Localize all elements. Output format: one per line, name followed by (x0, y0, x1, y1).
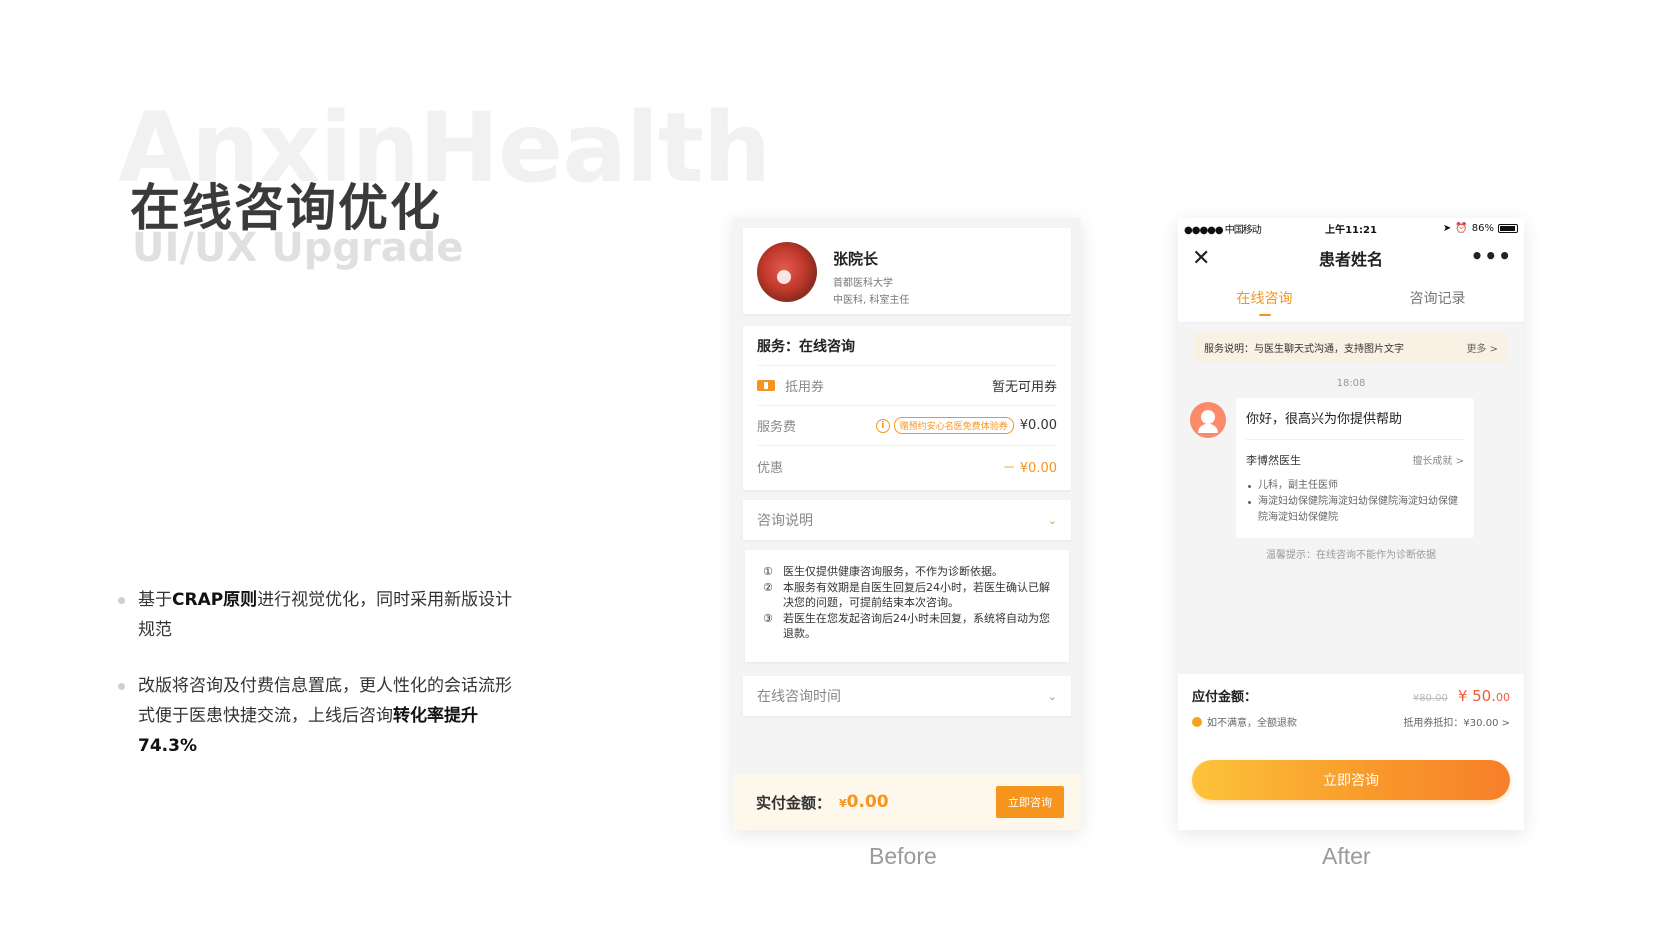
fee-row: 服务费 i 赠预约安心名医免费体验券 ¥0.00 (757, 406, 1057, 446)
coupon-label: 抵用券 (785, 380, 825, 395)
doctor-card[interactable]: 张院长 首都医科大学 中医科, 科室主任 (743, 228, 1071, 314)
notes-title: 咨询说明 (757, 513, 813, 529)
more-link[interactable]: 更多 > (1466, 340, 1498, 355)
chevron-down-icon: ⌄ (1047, 689, 1057, 703)
caption-before: Before (869, 843, 937, 869)
time-accordion[interactable]: 在线咨询时间 ⌄ (743, 676, 1071, 716)
coupon-deduct-link[interactable]: 抵用券抵扣：¥30.00 > (1403, 714, 1510, 729)
info-icon[interactable]: i (875, 418, 890, 433)
time-title: 在线咨询时间 (757, 689, 841, 705)
bullet-text: 基于 (138, 590, 172, 610)
bottom-pay-bar: 实付金额： ¥0.00 立即咨询 (733, 774, 1081, 830)
bullet-dot (118, 597, 125, 604)
doctor-row[interactable]: 李博然医生 擅长成就 > (1246, 452, 1464, 468)
page-subtitle: UI/UX Upgrade (132, 225, 464, 271)
coupon-row[interactable]: 抵用券 暂无可用券 (757, 366, 1057, 406)
chat-timestamp: 18:08 (1336, 378, 1366, 389)
close-icon[interactable]: ✕ (1192, 246, 1210, 271)
caption-after: After (1322, 843, 1371, 869)
alarm-icon: ⏰ (1455, 222, 1468, 234)
original-price: ¥80.00 (1412, 693, 1448, 704)
battery-icon (1498, 223, 1518, 233)
detail-item: 海淀妇幼保健院海淀妇幼保健院海淀妇幼保健院海淀妇幼保健院 (1246, 494, 1464, 526)
greeting-text: 你好，很高兴为你提供帮助 (1246, 408, 1464, 440)
total-label: 实付金额： (756, 793, 832, 812)
note-item: ② 本服务有效期是自医生回复后24小时，若医生确认已解决您的问题，可提前结束本次咨… (763, 580, 1050, 610)
promo-tag[interactable]: 赠预约安心名医免费体验券 (893, 417, 1014, 434)
after-phone-mockup: ●●●●● 中国移动 上午11:21 ➤ ⏰ 86% ✕ 患者姓名 ••• 在线… (1178, 218, 1524, 830)
service-card: 服务：在线咨询 抵用券 暂无可用券 服务费 i 赠预约安心名医免费体验券 ¥0.… (743, 326, 1071, 490)
status-bar: ●●●●● 中国移动 上午11:21 ➤ ⏰ 86% (1178, 218, 1524, 238)
fee-label: 服务费 (757, 420, 797, 435)
service-note-banner: 服务说明：与医生聊天式沟通，支持图片文字 更多 > (1194, 332, 1508, 362)
tab-consult-history[interactable]: 咨询记录 (1351, 278, 1524, 322)
note-item: ① 医生仅提供健康咨询服务，不作为诊断依据。 (763, 565, 1003, 578)
bullet-item: 改版将咨询及付费信息置底，更人性化的会话流形式便于医患快捷交流，上线后咨询转化率… (118, 671, 518, 761)
bullet-item: 基于CRAP原则进行视觉优化，同时采用新版设计规范 (118, 585, 518, 645)
warm-tip: 温馨提示：在线咨询不能作为诊断依据 (1266, 550, 1436, 561)
current-price: ¥ 50.00 (1457, 687, 1510, 705)
check-icon (1192, 716, 1202, 727)
notes-accordion[interactable]: 咨询说明 ⌄ (743, 500, 1071, 540)
bullet-bold: CRAP原则 (172, 590, 258, 610)
battery-percent: 86% (1471, 222, 1494, 234)
refund-note: 如不满意，全额退款 (1207, 718, 1297, 729)
doctor-name: 张院长 (833, 250, 879, 268)
consult-now-button[interactable]: 立即咨询 (1192, 760, 1510, 800)
consult-now-button[interactable]: 立即咨询 (996, 786, 1064, 818)
service-title: 服务：在线咨询 (757, 326, 1057, 366)
nav-title: 患者姓名 (1318, 250, 1383, 269)
avatar (757, 242, 817, 302)
before-phone-mockup: 张院长 首都医科大学 中医科, 科室主任 服务：在线咨询 抵用券 暂无可用券 服… (733, 218, 1081, 830)
coupon-icon (757, 380, 775, 391)
coupon-value: 暂无可用券 (991, 380, 1057, 395)
fee-value: ¥0.00 (1019, 418, 1057, 433)
detail-item: 儿科，副主任医师 (1246, 478, 1464, 494)
pay-label: 应付金额： (1192, 690, 1258, 705)
chat-bubble: 你好，很高兴为你提供帮助 李博然医生 擅长成就 > 儿科，副主任医师 海淀妇幼保… (1236, 398, 1474, 538)
more-icon[interactable]: ••• (1471, 244, 1512, 268)
bullet-list: 基于CRAP原则进行视觉优化，同时采用新版设计规范 改版将咨询及付费信息置底，更… (118, 585, 518, 787)
nav-bar: ✕ 患者姓名 ••• (1178, 238, 1524, 278)
doctor-name: 李博然医生 (1246, 454, 1301, 467)
discount-row: 优惠 － ¥0.00 (757, 446, 1057, 486)
discount-label: 优惠 (757, 460, 784, 476)
tab-bar: 在线咨询 咨询记录 (1178, 278, 1524, 323)
tab-online-consult[interactable]: 在线咨询 (1178, 278, 1351, 322)
carrier-signal: ●●●●● 中国移动 (1184, 224, 1262, 236)
doctor-avatar-icon (1190, 402, 1226, 438)
service-note-text: 服务说明：与医生聊天式沟通，支持图片文字 (1204, 343, 1404, 355)
payment-panel: 应付金额： ¥80.00 ¥ 50.00 如不满意，全额退款 抵用券抵扣：¥30… (1178, 674, 1524, 830)
discount-value: － ¥0.00 (1002, 460, 1057, 476)
notes-content: ① 医生仅提供健康咨询服务，不作为诊断依据。 ② 本服务有效期是自医生回复后24小时… (745, 550, 1069, 662)
location-icon: ➤ (1442, 222, 1452, 234)
total-amount: ¥0.00 (839, 792, 889, 812)
note-item: ③ 若医生在您发起咨询后24小时未回复，系统将自动为您退款。 (763, 611, 1050, 641)
chevron-down-icon: ⌄ (1047, 513, 1057, 527)
skill-link[interactable]: 擅长成就 > (1412, 452, 1464, 468)
doctor-school: 首都医科大学 (833, 278, 893, 289)
doctor-dept: 中医科, 科室主任 (833, 295, 910, 306)
bullet-dot (118, 683, 125, 690)
doctor-details: 儿科，副主任医师 海淀妇幼保健院海淀妇幼保健院海淀妇幼保健院海淀妇幼保健院 (1246, 478, 1464, 526)
